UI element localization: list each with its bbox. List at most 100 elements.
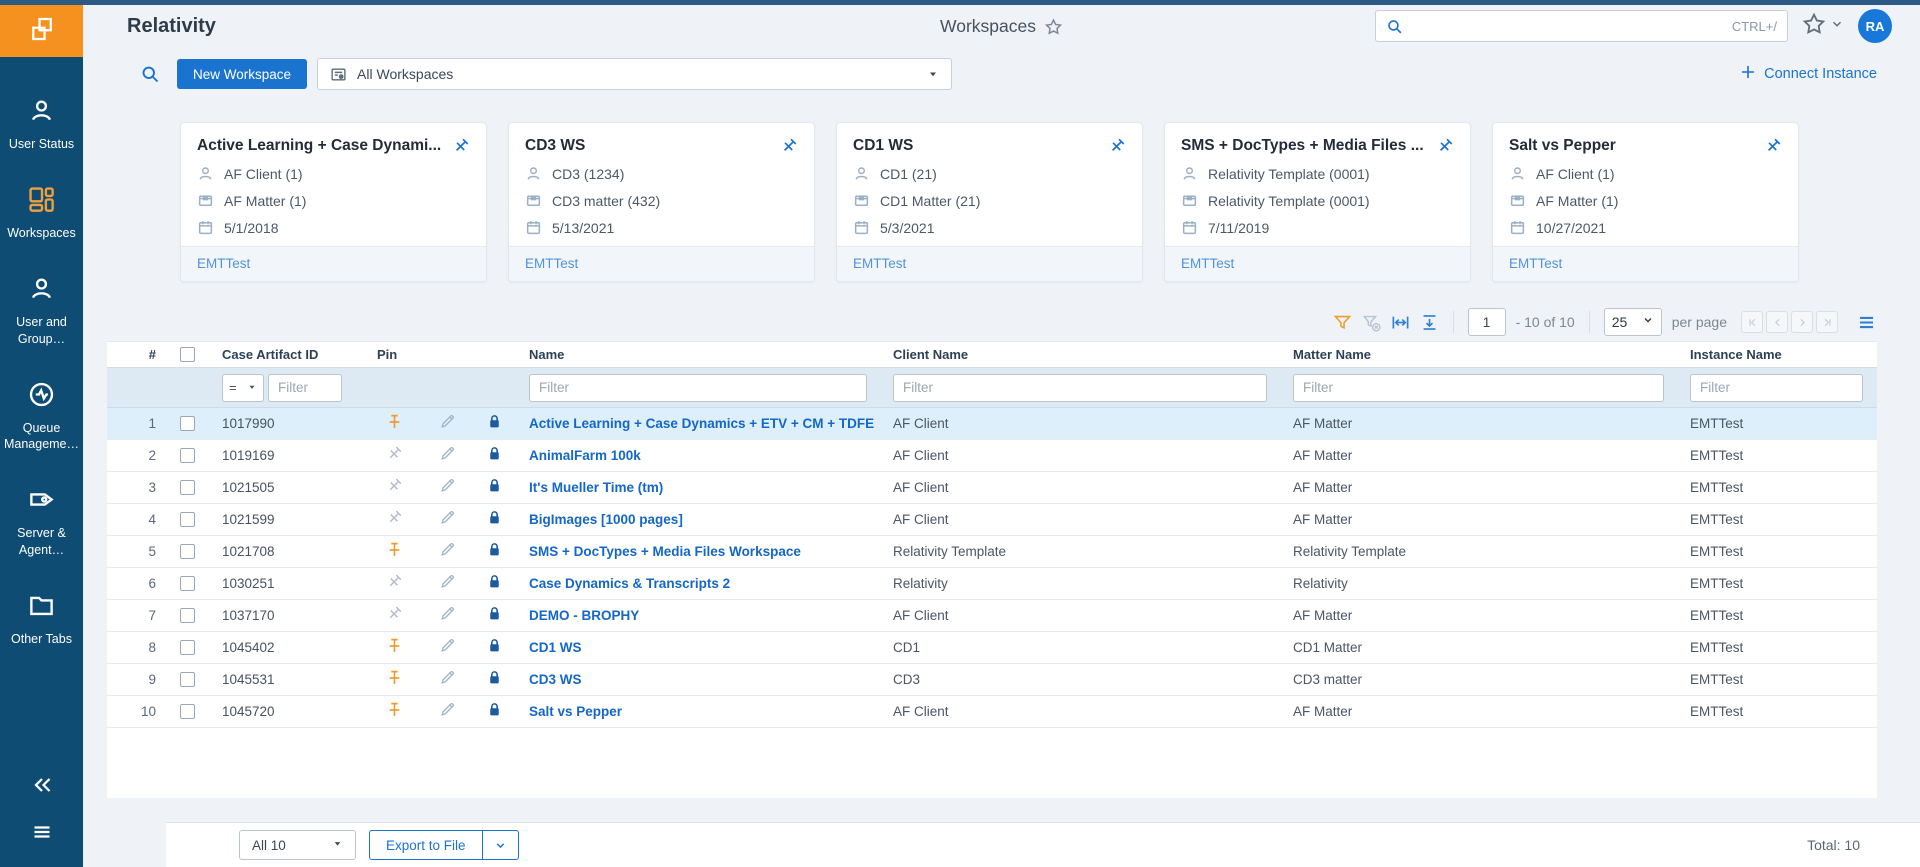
workspace-name-link[interactable]: DEMO - BROPHY <box>529 608 639 623</box>
edit-pencil-icon[interactable] <box>439 413 456 435</box>
pin-off-icon[interactable] <box>386 477 403 499</box>
select-all-checkbox[interactable] <box>179 347 195 362</box>
workspace-name-link[interactable]: Active Learning + Case Dynamics + ETV + … <box>529 416 874 431</box>
collapse-sidebar-icon[interactable] <box>30 773 54 802</box>
nav-prev-page-button[interactable] <box>1766 311 1788 333</box>
card-pin-icon[interactable] <box>780 137 798 155</box>
favorites-menu[interactable] <box>1802 12 1844 41</box>
row-checkbox[interactable] <box>179 576 195 591</box>
row-checkbox[interactable] <box>179 608 195 623</box>
fit-column-width-icon[interactable] <box>1391 313 1410 332</box>
hamburger-menu-icon[interactable] <box>30 820 54 849</box>
sidebar-item-user-and-group[interactable]: User and Group… <box>0 263 83 360</box>
table-row[interactable]: 5 1021708 SMS + DocTypes + Media Files Wor… <box>107 536 1877 568</box>
global-search-box[interactable]: CTRL+/ <box>1375 10 1788 42</box>
workspace-name-link[interactable]: It's Mueller Time (tm) <box>529 480 663 495</box>
collapse-rows-icon[interactable] <box>1420 313 1439 332</box>
pin-on-icon[interactable] <box>386 669 403 691</box>
connect-instance-link[interactable]: Connect Instance <box>1740 64 1877 84</box>
relativity-logo[interactable] <box>0 5 83 57</box>
artifact-id-filter-input[interactable] <box>268 373 342 402</box>
row-checkbox[interactable] <box>179 704 195 719</box>
edit-pencil-icon[interactable] <box>439 637 456 659</box>
edit-pencil-icon[interactable] <box>439 605 456 627</box>
table-row[interactable]: 6 1030251 Case Dynamics & Transcripts 2 Rel… <box>107 568 1877 600</box>
edit-pencil-icon[interactable] <box>439 541 456 563</box>
table-row[interactable]: 8 1045402 CD1 WS CD1 CD1 Matter EMTTest <box>107 632 1877 664</box>
sidebar-item-user-status[interactable]: User Status <box>0 85 83 165</box>
workspace-card-instance-link[interactable]: EMTTest <box>1509 256 1562 271</box>
list-menu-icon[interactable] <box>1856 312 1877 333</box>
workspace-name-link[interactable]: Salt vs Pepper <box>529 704 622 719</box>
filter-icon[interactable] <box>1333 313 1352 332</box>
table-row[interactable]: 3 1021505 It's Mueller Time (tm) AF Client A… <box>107 472 1877 504</box>
table-row[interactable]: 9 1045531 CD3 WS CD3 CD3 matter EMTTest <box>107 664 1877 696</box>
workspace-card[interactable]: Salt vs Pepper AF Client (1) AF Matter (1)… <box>1492 122 1799 282</box>
pin-on-icon[interactable] <box>386 637 403 659</box>
workspace-card[interactable]: CD3 WS CD3 (1234) CD3 matter (432) 5/13/202… <box>508 122 815 282</box>
workspace-name-link[interactable]: Case Dynamics & Transcripts 2 <box>529 576 730 591</box>
favorite-star-icon[interactable] <box>1045 17 1063 36</box>
row-checkbox[interactable] <box>179 512 195 527</box>
export-options-chevron-icon[interactable] <box>481 831 518 859</box>
sidebar-item-queue-manageme[interactable]: Queue Manageme… <box>0 369 83 466</box>
edit-pencil-icon[interactable] <box>439 477 456 499</box>
workspace-card-instance-link[interactable]: EMTTest <box>525 256 578 271</box>
row-checkbox[interactable] <box>179 448 195 463</box>
export-to-file-button[interactable]: Export to File <box>369 830 519 860</box>
sidebar-item-workspaces[interactable]: Workspaces <box>0 174 83 254</box>
sidebar-item-server-agent[interactable]: Server & Agent… <box>0 474 83 571</box>
pin-off-icon[interactable] <box>386 573 403 595</box>
name-filter-input[interactable] <box>529 373 867 402</box>
workspace-name-link[interactable]: BigImages [1000 pages] <box>529 512 683 527</box>
matter-name-filter-input[interactable] <box>1293 373 1664 402</box>
pin-off-icon[interactable] <box>386 605 403 627</box>
clear-filters-icon[interactable] <box>1362 313 1381 332</box>
row-checkbox[interactable] <box>179 672 195 687</box>
pin-off-icon[interactable] <box>386 509 403 531</box>
table-row[interactable]: 2 1019169 AnimalFarm 100k AF Client AF Matte… <box>107 440 1877 472</box>
edit-pencil-icon[interactable] <box>439 445 456 467</box>
table-row[interactable]: 7 1037170 DEMO - BROPHY AF Client AF Matter E… <box>107 600 1877 632</box>
card-pin-icon[interactable] <box>1436 137 1454 155</box>
pin-on-icon[interactable] <box>386 701 403 723</box>
row-checkbox[interactable] <box>179 640 195 655</box>
edit-pencil-icon[interactable] <box>439 509 456 531</box>
workspace-view-selector[interactable]: All Workspaces <box>317 58 953 90</box>
table-row[interactable]: 4 1021599 BigImages [1000 pages] AF Client A… <box>107 504 1877 536</box>
workspace-name-link[interactable]: SMS + DocTypes + Media Files Workspace <box>529 544 801 559</box>
page-size-select[interactable]: 25 <box>1603 308 1662 336</box>
workspace-name-link[interactable]: CD3 WS <box>529 672 582 687</box>
workspace-card-instance-link[interactable]: EMTTest <box>1181 256 1234 271</box>
workspace-card[interactable]: SMS + DocTypes + Media Files ... Relativi… <box>1164 122 1471 282</box>
card-pin-icon[interactable] <box>1764 137 1782 155</box>
pin-off-icon[interactable] <box>386 445 403 467</box>
table-row[interactable]: 10 1045720 Salt vs Pepper AF Client AF Matte… <box>107 696 1877 728</box>
workspace-search-icon[interactable] <box>140 64 160 84</box>
nav-last-page-button[interactable] <box>1816 311 1838 333</box>
card-pin-icon[interactable] <box>1108 137 1126 155</box>
workspace-card-instance-link[interactable]: EMTTest <box>853 256 906 271</box>
global-search-input[interactable] <box>1411 18 1724 34</box>
row-checkbox[interactable] <box>179 480 195 495</box>
workspace-name-link[interactable]: CD1 WS <box>529 640 582 655</box>
instance-name-filter-input[interactable] <box>1690 373 1863 402</box>
pin-on-icon[interactable] <box>386 541 403 563</box>
nav-first-page-button[interactable] <box>1741 311 1763 333</box>
edit-pencil-icon[interactable] <box>439 701 456 723</box>
row-checkbox[interactable] <box>179 544 195 559</box>
new-workspace-button[interactable]: New Workspace <box>177 59 308 89</box>
workspace-name-link[interactable]: AnimalFarm 100k <box>529 448 641 463</box>
card-pin-icon[interactable] <box>452 137 470 155</box>
workspace-card[interactable]: Active Learning + Case Dynami... AF Clien… <box>180 122 487 282</box>
nav-next-page-button[interactable] <box>1791 311 1813 333</box>
pin-on-icon[interactable] <box>386 413 403 435</box>
workspace-card[interactable]: CD1 WS CD1 (21) CD1 Matter (21) 5/3/2021 EMT… <box>836 122 1143 282</box>
row-checkbox[interactable] <box>179 416 195 431</box>
edit-pencil-icon[interactable] <box>439 573 456 595</box>
page-number-input[interactable] <box>1467 308 1506 336</box>
edit-pencil-icon[interactable] <box>439 669 456 691</box>
sidebar-item-other-tabs[interactable]: Other Tabs <box>0 580 83 660</box>
table-row[interactable]: 1 1017990 Active Learning + Case Dynamics … <box>107 408 1877 440</box>
filter-operator-select[interactable]: = <box>222 373 264 402</box>
